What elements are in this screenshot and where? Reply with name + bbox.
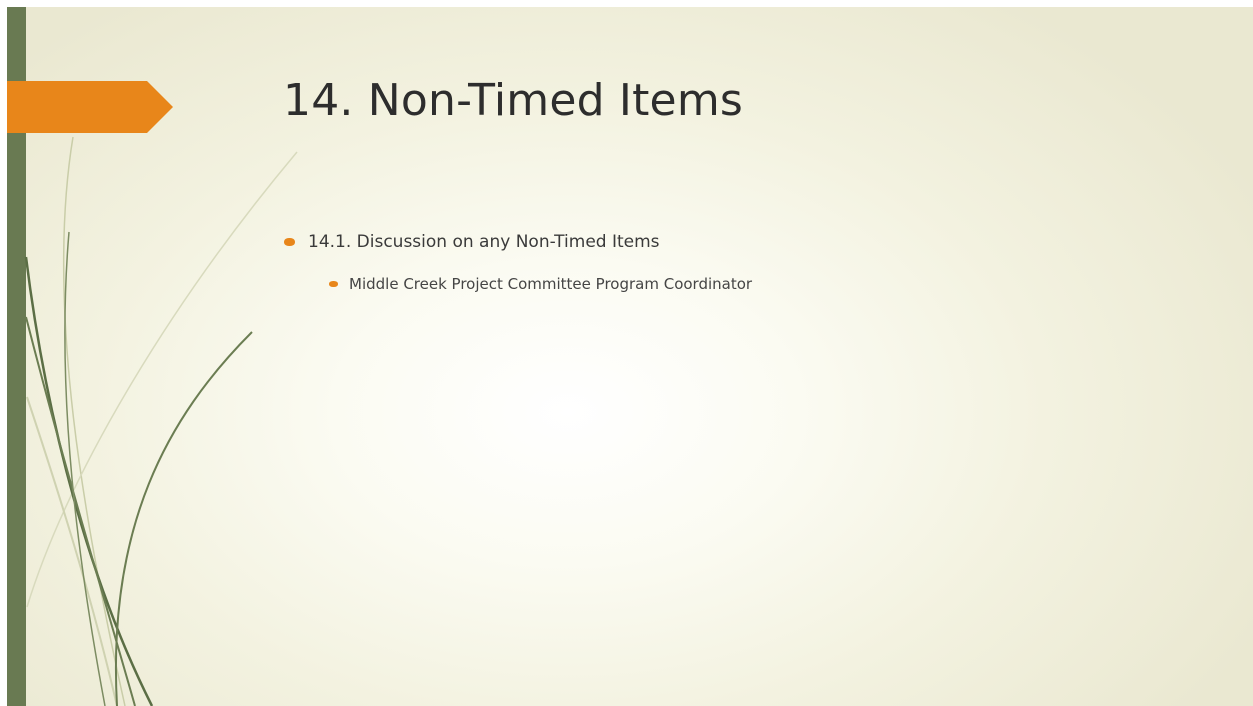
grass-blade-dark [25,316,136,706]
bullet-item-level-2: Middle Creek Project Committee Program C… [329,275,752,293]
bullet-item-level-1: 14.1. Discussion on any Non-Timed Items [284,232,660,252]
title-marker-arrow [7,81,173,133]
grass-blade-light [26,151,298,608]
slide-title: 14. Non-Timed Items [283,75,743,126]
bullet-icon [284,238,295,246]
grass-blade-light [26,396,118,706]
bullet-text: Middle Creek Project Committee Program C… [349,275,753,293]
bullet-text: 14.1. Discussion on any Non-Timed Items [308,232,660,252]
grass-blade-dark [115,331,253,706]
grass-blade-dark [24,256,154,706]
slide: 14. Non-Timed Items 14.1. Discussion on … [7,7,1253,706]
grass-blade-light [62,136,126,706]
bullet-icon [329,281,338,287]
